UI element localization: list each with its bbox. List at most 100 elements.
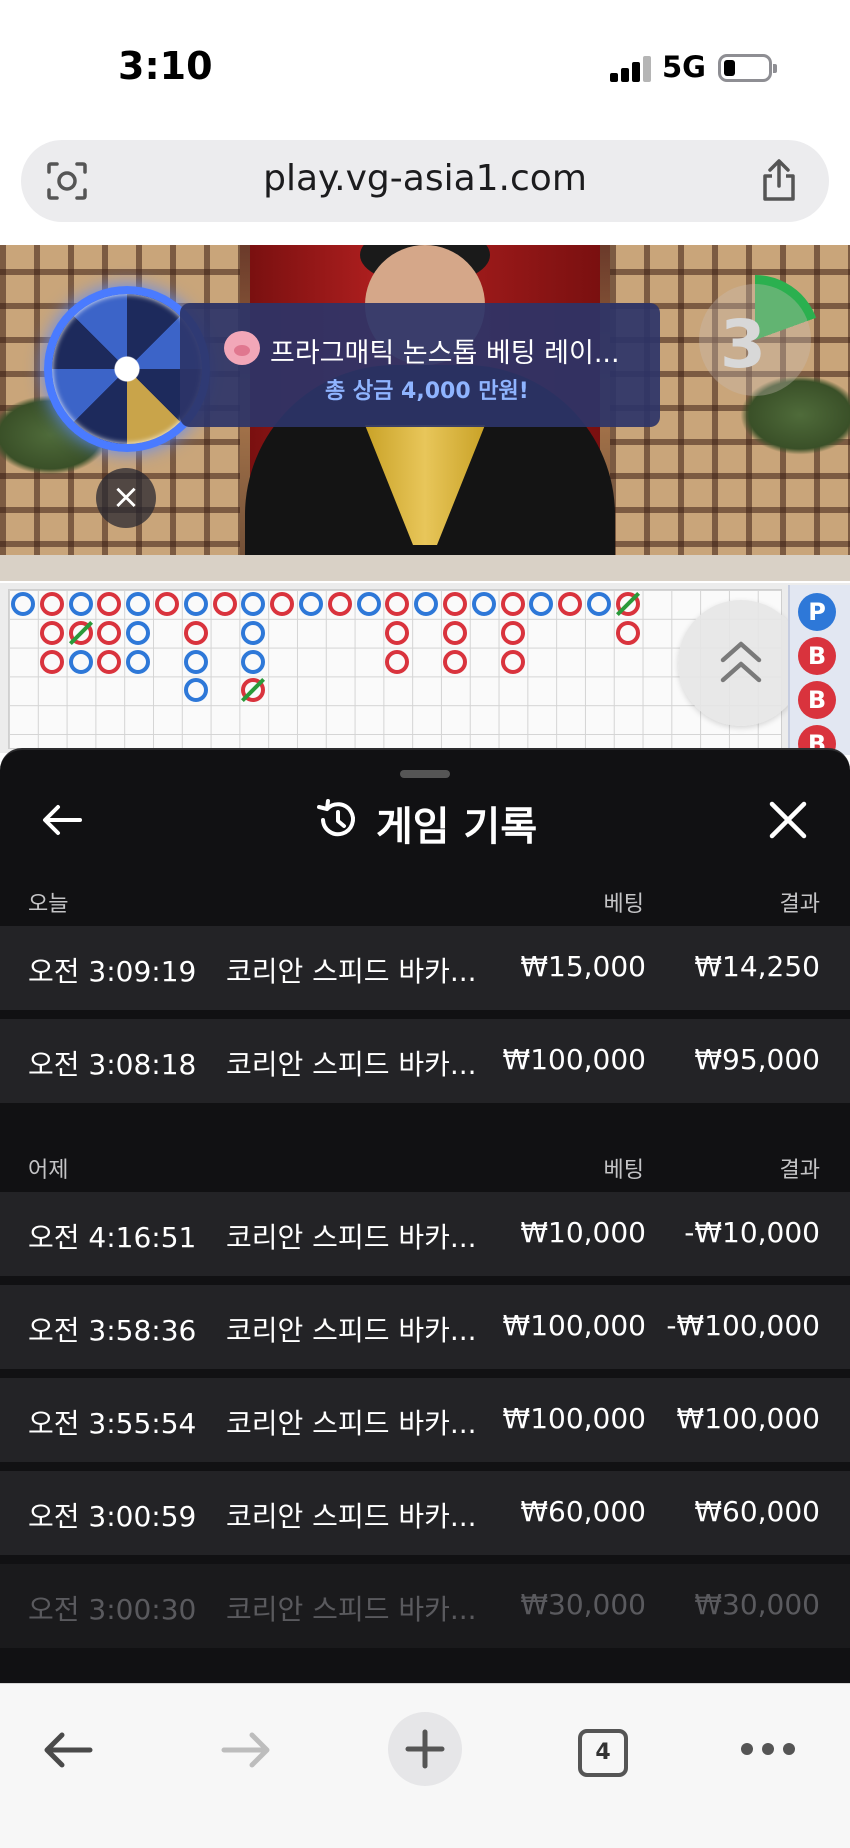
row-game: 코리안 스피드 바카... bbox=[226, 1314, 477, 1347]
history-row[interactable]: 오전 3:00:59 코리안 스피드 바카... ₩60,000 ₩60,000 bbox=[0, 1471, 850, 1555]
section-header-today: 오늘 베팅 결과 bbox=[0, 880, 850, 920]
close-icon[interactable] bbox=[766, 798, 810, 842]
road-bead bbox=[97, 620, 122, 645]
road-bead bbox=[212, 592, 237, 616]
row-game: 코리안 스피드 바카... bbox=[226, 1221, 477, 1254]
section-header-yesterday: 어제 베팅 결과 bbox=[0, 1146, 850, 1186]
promo-banner[interactable]: 프라그매틱 논스톱 베팅 레이... 총 상금 4,000 만원! bbox=[180, 303, 660, 427]
road-bead bbox=[183, 592, 208, 616]
road-bead bbox=[183, 649, 208, 674]
road-bead bbox=[241, 620, 266, 645]
road-bead bbox=[500, 592, 525, 616]
road-bead bbox=[97, 649, 122, 674]
row-time: 오전 3:00:59 bbox=[28, 1500, 197, 1533]
gaming-table-edge bbox=[0, 555, 850, 581]
row-bet: ₩15,000 bbox=[520, 950, 646, 983]
browser-forward-icon[interactable] bbox=[218, 1728, 274, 1772]
row-result: -₩100,000 bbox=[666, 1309, 820, 1342]
row-game: 코리안 스피드 바카... bbox=[226, 1407, 477, 1440]
row-bet: ₩100,000 bbox=[502, 1043, 646, 1076]
battery-icon bbox=[718, 54, 777, 82]
road-bead bbox=[270, 592, 295, 616]
promo-title: 프라그매틱 논스톱 베팅 레이... bbox=[270, 338, 620, 369]
bead-grid bbox=[8, 589, 782, 749]
row-game: 코리안 스피드 바카... bbox=[226, 1048, 477, 1081]
road-bead bbox=[126, 649, 151, 674]
row-game: 코리안 스피드 바카... bbox=[226, 1500, 477, 1533]
road-bead bbox=[68, 649, 93, 674]
url-text[interactable]: play.vg-asia1.com bbox=[21, 158, 829, 199]
row-time: 오전 3:09:19 bbox=[28, 955, 197, 988]
row-bet: ₩100,000 bbox=[502, 1309, 646, 1342]
road-bead bbox=[385, 620, 410, 645]
road-bead bbox=[126, 620, 151, 645]
history-row[interactable]: 오전 3:58:36 코리안 스피드 바카... ₩100,000 -₩100,… bbox=[0, 1285, 850, 1369]
expand-roadmap-button[interactable] bbox=[678, 600, 804, 726]
road-bead bbox=[11, 592, 35, 616]
road-bead bbox=[241, 592, 266, 616]
road-bead bbox=[183, 678, 208, 703]
network-type: 5G bbox=[662, 50, 706, 84]
tab-switcher-button[interactable]: 4 bbox=[578, 1729, 628, 1777]
road-bead bbox=[414, 592, 439, 616]
history-row[interactable]: 오전 3:08:18 코리안 스피드 바카... ₩100,000 ₩95,00… bbox=[0, 1019, 850, 1103]
result-column-header: 결과 bbox=[779, 1158, 820, 1183]
game-history-panel: 게임 기록 오늘 베팅 결과 오전 3:09:19 코리안 스피드 바카... … bbox=[0, 748, 850, 1683]
road-bead bbox=[443, 649, 467, 674]
road-bead bbox=[615, 620, 640, 645]
browser-back-icon[interactable] bbox=[40, 1728, 96, 1772]
road-bead bbox=[97, 592, 122, 616]
row-game: 코리안 스피드 바카... bbox=[226, 1593, 477, 1626]
road-bead bbox=[39, 592, 64, 616]
row-bet: ₩10,000 bbox=[520, 1216, 646, 1249]
bet-column-header: 베팅 bbox=[603, 892, 644, 917]
road-bead bbox=[126, 592, 151, 616]
row-bet: ₩100,000 bbox=[502, 1402, 646, 1435]
share-icon[interactable] bbox=[759, 158, 799, 202]
browser-toolbar: 4 bbox=[0, 1683, 850, 1848]
status-bar: 3:10 5G bbox=[0, 0, 850, 130]
address-bar[interactable]: play.vg-asia1.com bbox=[21, 140, 829, 222]
history-row[interactable]: 오전 3:55:54 코리안 스피드 바카... ₩100,000 ₩100,0… bbox=[0, 1378, 850, 1462]
promo-subtitle: 총 상금 4,000 만원! bbox=[325, 379, 529, 404]
bet-column-header: 베팅 bbox=[603, 1158, 644, 1183]
road-bead bbox=[529, 592, 554, 616]
row-result: ₩95,000 bbox=[694, 1043, 820, 1076]
road-bead bbox=[327, 592, 352, 616]
road-bead bbox=[39, 649, 64, 674]
history-row[interactable]: 오전 3:00:30 코리안 스피드 바카... ₩30,000 ₩30,000 bbox=[0, 1564, 850, 1648]
road-bead bbox=[443, 620, 467, 645]
road-side-column: P B B B bbox=[788, 585, 850, 763]
new-tab-button[interactable] bbox=[388, 1712, 462, 1786]
pig-icon bbox=[224, 331, 260, 365]
road-bead bbox=[558, 592, 583, 616]
row-time: 오전 3:55:54 bbox=[28, 1407, 197, 1440]
road-bead bbox=[500, 649, 525, 674]
road-bead bbox=[443, 592, 467, 616]
row-bet: ₩60,000 bbox=[520, 1495, 646, 1528]
road-bead bbox=[356, 592, 381, 616]
road-bead bbox=[68, 592, 93, 616]
more-icon[interactable] bbox=[740, 1742, 796, 1756]
road-bead bbox=[183, 620, 208, 645]
drag-handle[interactable] bbox=[400, 770, 450, 778]
history-row[interactable]: 오전 4:16:51 코리안 스피드 바카... ₩10,000 -₩10,00… bbox=[0, 1192, 850, 1276]
row-result: ₩30,000 bbox=[694, 1588, 820, 1621]
road-bead bbox=[587, 592, 611, 616]
road-bead bbox=[500, 620, 525, 645]
row-result: ₩100,000 bbox=[676, 1402, 820, 1435]
cellular-signal-icon bbox=[610, 56, 652, 82]
row-time: 오전 4:16:51 bbox=[28, 1221, 197, 1254]
road-bead bbox=[471, 592, 496, 616]
back-arrow-icon[interactable] bbox=[40, 800, 84, 840]
history-icon bbox=[317, 799, 355, 837]
row-result: -₩10,000 bbox=[684, 1216, 820, 1249]
side-badge-3: B bbox=[798, 681, 836, 719]
road-bead bbox=[155, 592, 179, 616]
close-promo-button[interactable]: × bbox=[96, 468, 156, 528]
double-chevron-up-icon bbox=[720, 641, 762, 683]
section-date: 오늘 bbox=[28, 892, 69, 917]
history-row[interactable]: 오전 3:09:19 코리안 스피드 바카... ₩15,000 ₩14,250 bbox=[0, 926, 850, 1010]
result-column-header: 결과 bbox=[779, 892, 820, 917]
plus-icon bbox=[405, 1729, 445, 1769]
